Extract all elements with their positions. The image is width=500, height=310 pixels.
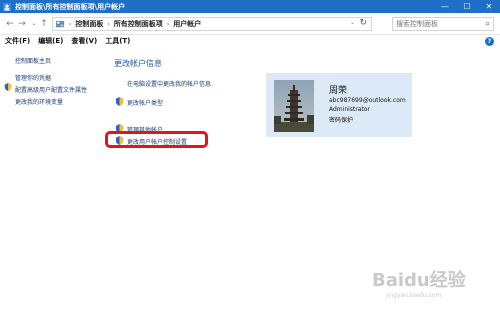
menu-file[interactable]: 文件(F) <box>5 36 30 46</box>
refresh-icon[interactable]: ↻ <box>359 18 367 28</box>
breadcrumb-separator-icon: › <box>107 20 110 28</box>
address-row: ← → ⌄ ↑ › 控制面板 › 所有控制面板项 › 用户帐户 ⌄ ↻ ⌕ <box>0 13 500 35</box>
uac-shield-icon <box>115 97 124 106</box>
title-bar: 控制面板\所有控制面板项\用户帐户 — ☐ ✕ <box>0 0 500 13</box>
maximize-button[interactable]: ☐ <box>456 0 478 13</box>
search-box[interactable]: ⌕ <box>392 17 494 31</box>
back-button[interactable]: ← <box>5 18 15 30</box>
uac-shield-icon <box>4 83 12 91</box>
pagoda-picture-icon <box>274 80 314 132</box>
address-dropdown-icon[interactable]: ⌄ <box>350 19 355 26</box>
control-panel-icon <box>56 20 65 27</box>
user-account-card: 周荣 abc987699@outlook.com Administrator 密… <box>266 73 412 137</box>
breadcrumb-separator-icon: › <box>166 20 170 28</box>
address-bar[interactable]: › 控制面板 › 所有控制面板项 › 用户帐户 ⌄ ↻ <box>52 17 372 31</box>
user-email: abc987699@outlook.com <box>329 97 406 104</box>
close-button[interactable]: ✕ <box>478 0 500 13</box>
user-role: Administrator <box>329 106 370 113</box>
menu-tools[interactable]: 工具(T) <box>105 36 130 46</box>
search-icon[interactable]: ⌕ <box>486 19 490 29</box>
window-title: 控制面板\所有控制面板项\用户帐户 <box>15 2 126 11</box>
menu-bar: 文件(F) 编辑(E) 查看(V) 工具(T) <box>0 36 500 46</box>
breadcrumb-user-accounts[interactable]: 用户帐户 <box>173 19 201 29</box>
sidebar-item-manage-credentials[interactable]: 管理你的凭据 <box>15 73 51 82</box>
help-icon[interactable]: ? <box>485 37 494 46</box>
red-highlight-box <box>105 131 208 148</box>
breadcrumb-separator-icon: › <box>69 20 72 28</box>
user-password-status: 密码保护 <box>329 117 354 124</box>
page-heading: 更改帐户信息 <box>114 59 162 68</box>
avatar <box>274 80 314 132</box>
search-input[interactable] <box>396 18 480 30</box>
menu-view[interactable]: 查看(V) <box>71 36 97 46</box>
watermark: Baidu经验 <box>372 270 466 291</box>
breadcrumb-all-items[interactable]: 所有控制面板项 <box>114 19 163 29</box>
sidebar-item-environment-variables[interactable]: 更改我的环境变量 <box>15 97 63 106</box>
up-button[interactable]: ↑ <box>39 18 49 30</box>
sidebar-item-advanced-profile[interactable]: 配置高级用户配置文件属性 <box>15 85 87 94</box>
menu-edit[interactable]: 编辑(E) <box>38 36 63 46</box>
sidebar-item-control-panel-home[interactable]: 控制面板主页 <box>15 56 51 65</box>
recent-locations-dropdown[interactable]: ⌄ <box>29 18 39 30</box>
forward-button[interactable]: → <box>17 18 27 30</box>
breadcrumb-control-panel[interactable]: 控制面板 <box>75 19 103 29</box>
minimize-button[interactable]: — <box>434 0 456 13</box>
watermark-url: jingyan.baidu.com <box>386 292 442 299</box>
user-accounts-icon <box>3 2 11 11</box>
user-name: 周荣 <box>329 86 348 96</box>
link-change-account-type[interactable]: 更改帐户类型 <box>127 98 163 107</box>
link-pc-settings-account[interactable]: 在电脑设置中更改我的帐户信息 <box>127 79 211 88</box>
